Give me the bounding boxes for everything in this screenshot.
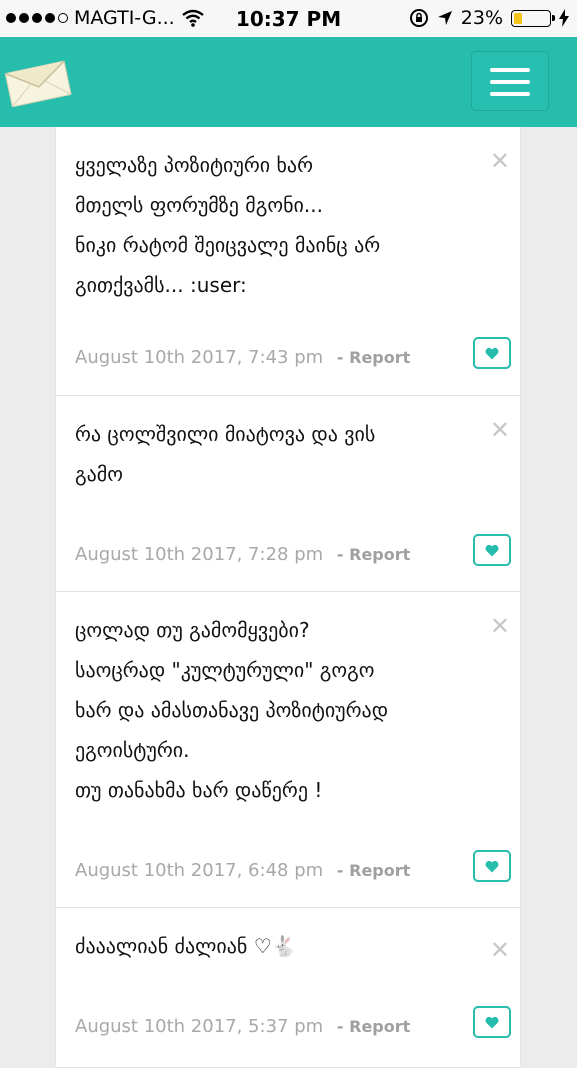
message-card: ძააალიან ძალიან ♡🐇 ✕ August 10th 2017, 5… (55, 908, 521, 1068)
charging-bolt-icon (559, 9, 569, 27)
message-meta: August 10th 2017, 5:37 pm - Report (75, 1016, 410, 1037)
message-card: ცოლად თუ გამომყვები? საოცრად "კულტურული"… (55, 592, 521, 908)
heart-icon (485, 860, 499, 872)
rotation-lock-icon (409, 9, 428, 27)
battery-percent: 23% (460, 7, 503, 29)
message-meta: August 10th 2017, 7:28 pm - Report (75, 544, 410, 565)
message-meta: August 10th 2017, 6:48 pm - Report (75, 860, 410, 881)
battery-icon (511, 9, 555, 27)
heart-icon (485, 347, 499, 359)
report-link[interactable]: - Report (337, 861, 410, 880)
envelope-icon[interactable] (2, 59, 74, 107)
heart-icon (485, 1016, 499, 1028)
message-text: ყველაზე პოზიტიური ხარ მთელს ფორუმზე მგონ… (75, 153, 381, 297)
message-meta: August 10th 2017, 7:43 pm - Report (75, 347, 410, 368)
message-card: რა ცოლშვილი მიატოვა და ვის გამო ✕ August… (55, 396, 521, 592)
message-date: August 10th 2017, 5:37 pm (75, 1016, 324, 1037)
close-icon[interactable]: ✕ (490, 614, 510, 638)
location-arrow-icon (437, 11, 452, 25)
close-icon[interactable]: ✕ (490, 418, 510, 442)
like-button[interactable] (473, 1006, 511, 1038)
report-link[interactable]: - Report (337, 545, 410, 564)
message-text: რა ცოლშვილი მიატოვა და ვის გამო (75, 422, 376, 486)
app-header (0, 37, 577, 127)
report-link[interactable]: - Report (337, 348, 410, 367)
message-feed: ყველაზე პოზიტიური ხარ მთელს ფორუმზე მგონ… (55, 127, 521, 1068)
close-icon[interactable]: ✕ (490, 149, 510, 173)
like-button[interactable] (473, 337, 511, 369)
like-button[interactable] (473, 534, 511, 566)
status-bar: MAGTI-G... 10:37 PM 23% (0, 0, 577, 37)
message-date: August 10th 2017, 7:43 pm (75, 347, 324, 368)
message-date: August 10th 2017, 7:28 pm (75, 544, 324, 565)
like-button[interactable] (473, 850, 511, 882)
close-icon[interactable]: ✕ (490, 938, 510, 962)
message-text: ძააალიან ძალიან ♡🐇 (75, 934, 297, 958)
status-right: 23% (409, 7, 569, 29)
message-date: August 10th 2017, 6:48 pm (75, 860, 324, 881)
report-link[interactable]: - Report (337, 1017, 410, 1036)
message-card: ყველაზე პოზიტიური ხარ მთელს ფორუმზე მგონ… (55, 127, 521, 396)
hamburger-menu-icon[interactable] (471, 51, 549, 111)
heart-icon (485, 544, 499, 556)
message-text: ცოლად თუ გამომყვები? საოცრად "კულტურული"… (75, 618, 389, 802)
